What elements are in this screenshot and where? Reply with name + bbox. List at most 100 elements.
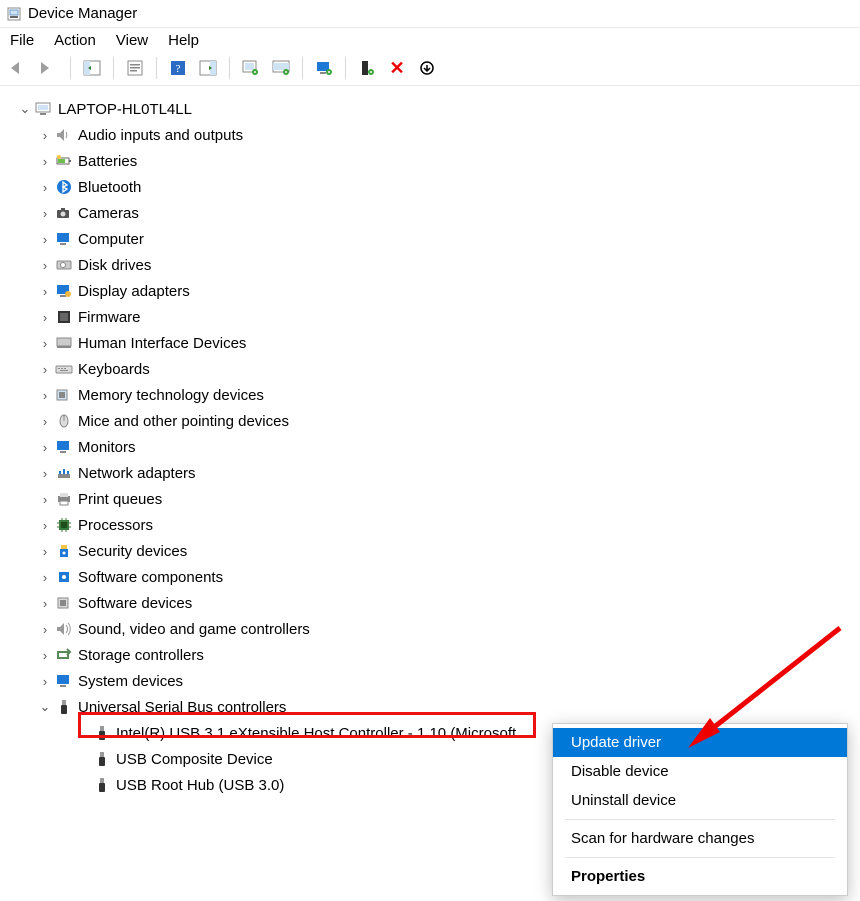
tree-category[interactable]: Cameras xyxy=(6,200,856,226)
context-menu: Update driver Disable device Uninstall d… xyxy=(552,723,848,896)
chevron-right-icon[interactable] xyxy=(38,414,52,429)
bluetooth-icon xyxy=(54,178,74,196)
tree-category[interactable]: Network adapters xyxy=(6,460,856,486)
forward-button[interactable] xyxy=(38,57,60,79)
usb-icon xyxy=(92,724,112,742)
chevron-right-icon[interactable] xyxy=(38,362,52,377)
storage-icon xyxy=(54,646,74,664)
action-pane-button[interactable] xyxy=(197,57,219,79)
tree-category[interactable]: Firmware xyxy=(6,304,856,330)
keyboard-icon xyxy=(54,360,74,378)
chevron-right-icon[interactable] xyxy=(38,622,52,637)
tree-category[interactable]: System devices xyxy=(6,668,856,694)
processor-icon xyxy=(54,516,74,534)
tree-category[interactable]: Software devices xyxy=(6,590,856,616)
context-menu-update-driver[interactable]: Update driver xyxy=(553,728,847,757)
printer-icon xyxy=(54,490,74,508)
uninstall-device-button[interactable] xyxy=(356,57,378,79)
tree-category[interactable]: Computer xyxy=(6,226,856,252)
enable-device-button[interactable] xyxy=(416,57,438,79)
tree-category[interactable]: Bluetooth xyxy=(6,174,856,200)
tree-category-label: Keyboards xyxy=(78,361,150,378)
menu-help[interactable]: Help xyxy=(168,32,199,49)
scan-hardware-button[interactable] xyxy=(240,57,262,79)
tree-category[interactable]: Audio inputs and outputs xyxy=(6,122,856,148)
properties-button[interactable] xyxy=(124,57,146,79)
context-menu-uninstall-device[interactable]: Uninstall device xyxy=(553,786,847,815)
tree-category[interactable]: Batteries xyxy=(6,148,856,174)
toolbar-separator xyxy=(345,57,346,79)
context-menu-disable-device[interactable]: Disable device xyxy=(553,757,847,786)
tree-category[interactable]: Universal Serial Bus controllers xyxy=(6,694,856,720)
tree-category[interactable]: Mice and other pointing devices xyxy=(6,408,856,434)
chevron-right-icon[interactable] xyxy=(38,206,52,221)
tree-category[interactable]: Sound, video and game controllers xyxy=(6,616,856,642)
add-legacy-hardware-button[interactable] xyxy=(270,57,292,79)
chevron-down-icon[interactable] xyxy=(38,699,52,715)
tree-category[interactable]: Memory technology devices xyxy=(6,382,856,408)
tree-category-label: Print queues xyxy=(78,491,162,508)
tree-category-label: Cameras xyxy=(78,205,139,222)
chevron-down-icon[interactable] xyxy=(18,101,32,117)
show-hide-console-tree-button[interactable] xyxy=(81,57,103,79)
tree-device-label: Intel(R) USB 3.1 eXtensible Host Control… xyxy=(116,725,516,742)
chevron-right-icon[interactable] xyxy=(38,232,52,247)
help-button[interactable]: ? xyxy=(167,57,189,79)
tree-category-label: Display adapters xyxy=(78,283,190,300)
disable-device-button[interactable]: ✕ xyxy=(386,57,408,79)
menu-action[interactable]: Action xyxy=(54,32,96,49)
mouse-icon xyxy=(54,412,74,430)
update-driver-button[interactable] xyxy=(313,57,335,79)
tree-category[interactable]: Display adapters xyxy=(6,278,856,304)
tree-category-label: Security devices xyxy=(78,543,187,560)
chevron-right-icon[interactable] xyxy=(38,518,52,533)
tree-category[interactable]: Storage controllers xyxy=(6,642,856,668)
chevron-right-icon[interactable] xyxy=(38,674,52,689)
chevron-right-icon[interactable] xyxy=(38,310,52,325)
chevron-right-icon[interactable] xyxy=(38,544,52,559)
chevron-right-icon[interactable] xyxy=(38,154,52,169)
usb-icon xyxy=(54,698,74,716)
context-menu-properties[interactable]: Properties xyxy=(553,862,847,891)
chevron-right-icon[interactable] xyxy=(38,258,52,273)
chevron-right-icon[interactable] xyxy=(38,466,52,481)
tree-root[interactable]: LAPTOP-HL0TL4LL xyxy=(6,96,856,122)
tree-category-label: Bluetooth xyxy=(78,179,141,196)
context-menu-scan[interactable]: Scan for hardware changes xyxy=(553,824,847,853)
battery-icon xyxy=(54,152,74,170)
chevron-right-icon[interactable] xyxy=(38,128,52,143)
tree-category[interactable]: Print queues xyxy=(6,486,856,512)
tree-category-label: Audio inputs and outputs xyxy=(78,127,243,144)
context-menu-separator xyxy=(565,857,835,858)
disk-icon xyxy=(54,256,74,274)
sound-icon xyxy=(54,620,74,638)
menu-file[interactable]: File xyxy=(10,32,34,49)
tree-category[interactable]: Software components xyxy=(6,564,856,590)
toolbar-separator xyxy=(70,57,71,79)
tree-category[interactable]: Keyboards xyxy=(6,356,856,382)
menu-view[interactable]: View xyxy=(116,32,148,49)
chevron-right-icon[interactable] xyxy=(38,284,52,299)
tree-category[interactable]: Processors xyxy=(6,512,856,538)
chevron-right-icon[interactable] xyxy=(38,388,52,403)
tree-category[interactable]: Monitors xyxy=(6,434,856,460)
tree-category[interactable]: Disk drives xyxy=(6,252,856,278)
titlebar: Device Manager xyxy=(0,0,860,28)
chevron-right-icon[interactable] xyxy=(38,596,52,611)
chevron-right-icon[interactable] xyxy=(38,336,52,351)
tree-category-label: Network adapters xyxy=(78,465,196,482)
chevron-right-icon[interactable] xyxy=(38,492,52,507)
back-button[interactable] xyxy=(8,57,30,79)
tree-category[interactable]: Human Interface Devices xyxy=(6,330,856,356)
tree-category[interactable]: Security devices xyxy=(6,538,856,564)
tree-category-label: Memory technology devices xyxy=(78,387,264,404)
tree-category-label: Computer xyxy=(78,231,144,248)
tree-category-label: Processors xyxy=(78,517,153,534)
chevron-right-icon[interactable] xyxy=(38,440,52,455)
tree-category-label: Monitors xyxy=(78,439,136,456)
device-tree: LAPTOP-HL0TL4LL Audio inputs and outputs… xyxy=(0,86,860,802)
memory-icon xyxy=(54,386,74,404)
chevron-right-icon[interactable] xyxy=(38,570,52,585)
chevron-right-icon[interactable] xyxy=(38,648,52,663)
chevron-right-icon[interactable] xyxy=(38,180,52,195)
